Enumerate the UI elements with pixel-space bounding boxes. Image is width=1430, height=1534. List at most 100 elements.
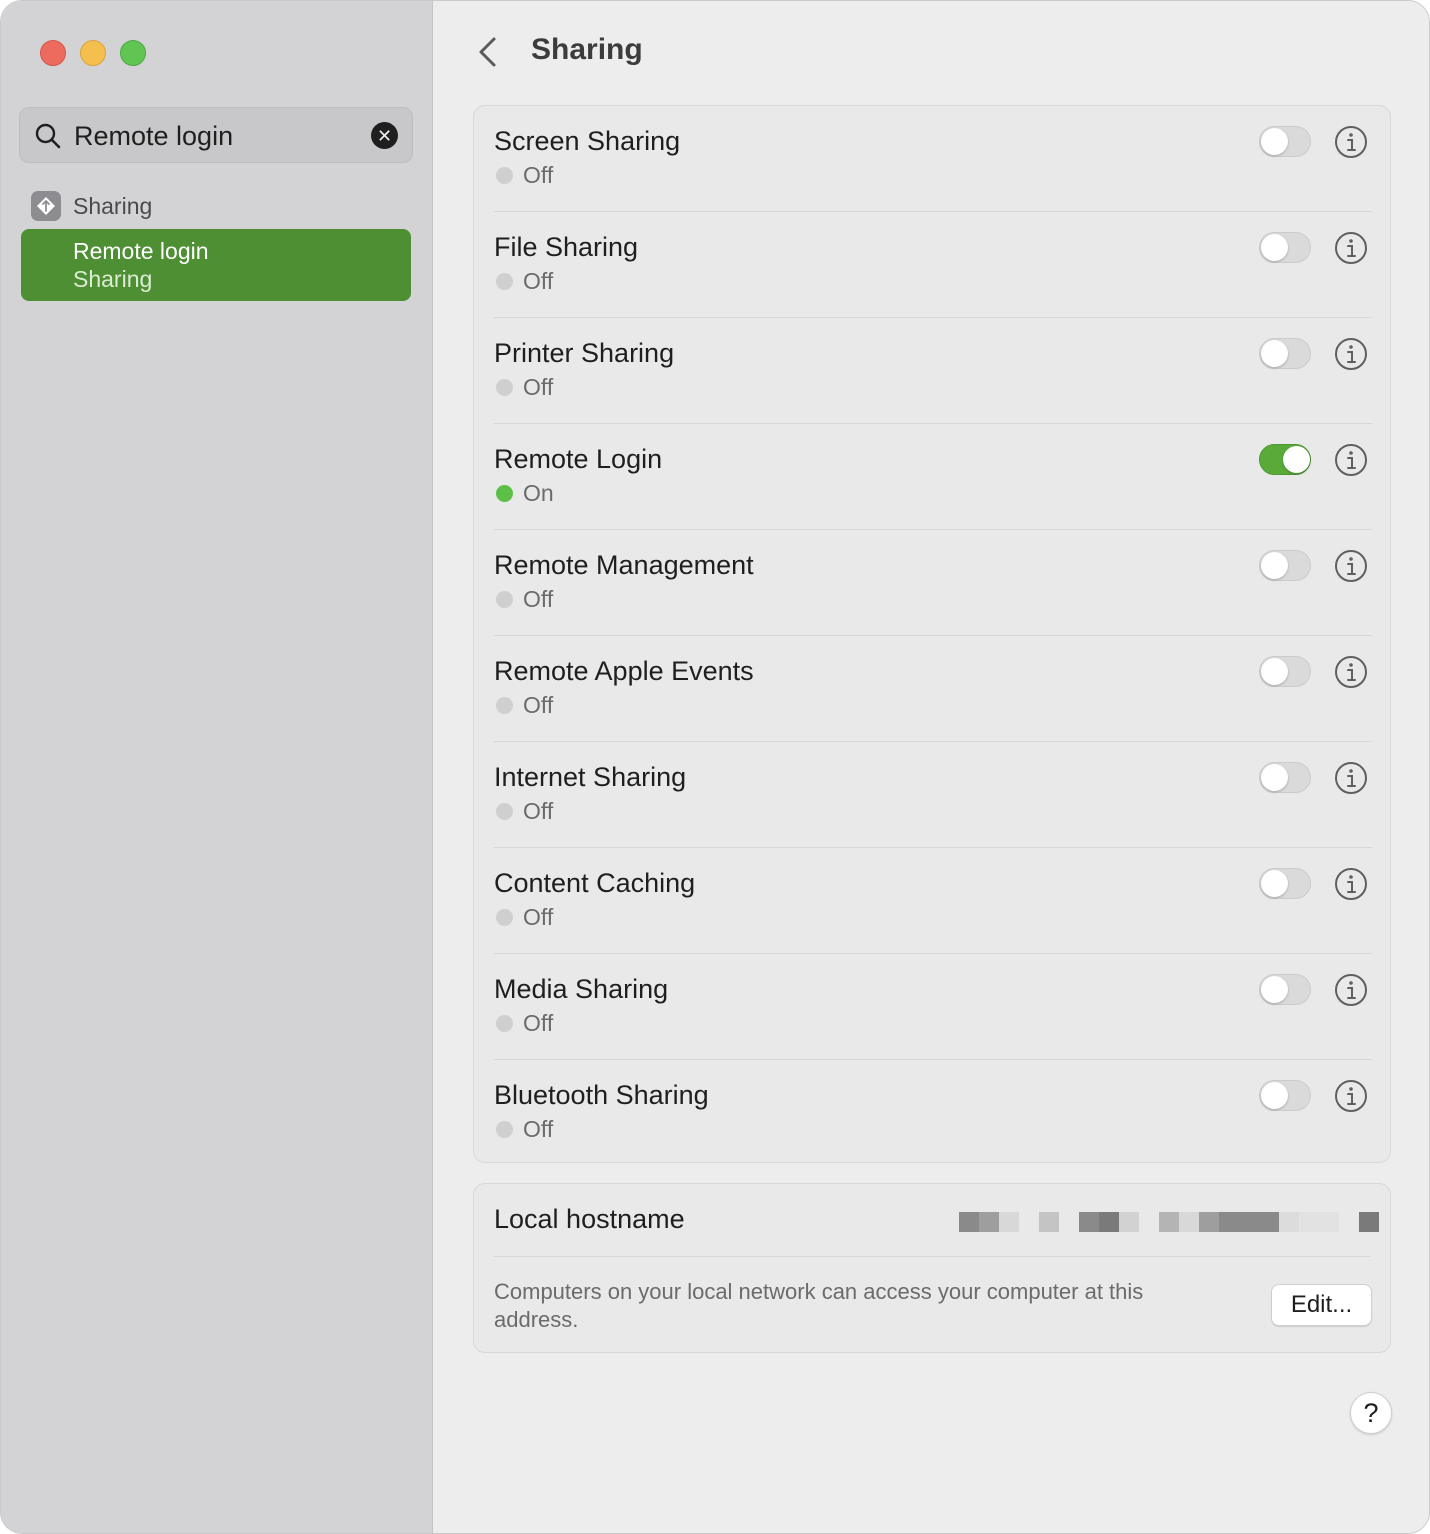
service-status-text: Off <box>523 586 554 612</box>
service-status-text: On <box>523 480 554 506</box>
page-title: Sharing <box>531 33 643 66</box>
status-dot-icon <box>496 485 513 502</box>
status-dot-icon <box>496 379 513 396</box>
service-title: Content Caching <box>494 868 696 898</box>
toggle-knob <box>1261 976 1288 1003</box>
status-dot-icon <box>496 909 513 926</box>
toggle-knob <box>1283 446 1310 473</box>
service-title: Remote Management <box>494 550 754 580</box>
service-title: Printer Sharing <box>494 338 675 368</box>
status-dot-icon <box>496 1121 513 1138</box>
service-row-remote-apple-events[interactable]: Remote Apple Events Off <box>494 636 1372 742</box>
info-icon[interactable] <box>1334 867 1368 901</box>
sidebar-section-sharing[interactable]: Sharing <box>31 189 152 223</box>
toggle-knob <box>1261 1082 1288 1109</box>
service-row-bluetooth-sharing[interactable]: Bluetooth Sharing Off <box>494 1060 1372 1166</box>
service-title: File Sharing <box>494 232 639 262</box>
printer-sharing-toggle[interactable] <box>1259 338 1311 369</box>
service-row-printer-sharing[interactable]: Printer Sharing Off <box>494 318 1372 424</box>
sidebar: ✕ Sharing Remote login Sharing <box>1 1 433 1533</box>
service-row-media-sharing[interactable]: Media Sharing Off <box>494 954 1372 1060</box>
search-field[interactable]: ✕ <box>19 107 413 163</box>
sharing-icon <box>31 191 61 221</box>
toggle-knob <box>1261 764 1288 791</box>
screen-sharing-toggle[interactable] <box>1259 126 1311 157</box>
info-icon[interactable] <box>1334 125 1368 159</box>
remote-apple-events-toggle[interactable] <box>1259 656 1311 687</box>
sidebar-section-label: Sharing <box>73 192 153 219</box>
clear-search-icon[interactable]: ✕ <box>371 122 398 149</box>
service-status-text: Off <box>523 1010 554 1036</box>
service-row-file-sharing[interactable]: File Sharing Off <box>494 212 1372 318</box>
toggle-knob <box>1261 552 1288 579</box>
sidebar-result-subtitle: Sharing <box>73 266 153 292</box>
media-sharing-toggle[interactable] <box>1259 974 1311 1005</box>
toggle-knob <box>1261 658 1288 685</box>
status-dot-icon <box>496 697 513 714</box>
info-icon[interactable] <box>1334 231 1368 265</box>
service-row-remote-login[interactable]: Remote Login On <box>494 424 1372 530</box>
search-icon <box>35 123 61 149</box>
info-icon[interactable] <box>1334 1079 1368 1113</box>
service-row-screen-sharing[interactable]: Screen Sharing Off <box>494 106 1372 212</box>
status-dot-icon <box>496 591 513 608</box>
back-button[interactable] <box>474 34 502 70</box>
service-status-text: Off <box>523 692 554 718</box>
close-window-button[interactable] <box>40 40 66 66</box>
chevron-left-icon <box>479 37 496 67</box>
help-button[interactable]: ? <box>1350 1392 1392 1434</box>
service-status: Off <box>494 1116 553 1143</box>
sidebar-result-remote-login[interactable]: Remote login Sharing <box>21 229 411 301</box>
service-status: Off <box>494 374 553 401</box>
hostname-description: Computers on your local network can acce… <box>494 1279 1144 1332</box>
service-status: Off <box>494 586 553 613</box>
service-status-text: Off <box>523 374 554 400</box>
info-icon[interactable] <box>1334 443 1368 477</box>
search-input[interactable] <box>74 116 374 156</box>
toggle-knob <box>1261 340 1288 367</box>
divider <box>494 1256 1370 1257</box>
minimize-window-button[interactable] <box>80 40 106 66</box>
content-caching-toggle[interactable] <box>1259 868 1311 899</box>
remote-login-toggle[interactable] <box>1259 444 1311 475</box>
service-title: Media Sharing <box>494 974 669 1004</box>
status-dot-icon <box>496 1015 513 1032</box>
info-icon[interactable] <box>1334 761 1368 795</box>
service-status: Off <box>494 162 553 189</box>
sidebar-result-title: Remote login <box>73 238 209 264</box>
service-status: Off <box>494 798 553 825</box>
toggle-knob <box>1261 234 1288 261</box>
service-status: Off <box>494 904 553 931</box>
info-icon[interactable] <box>1334 655 1368 689</box>
service-status: Off <box>494 1010 553 1037</box>
toggle-knob <box>1261 128 1288 155</box>
service-status-text: Off <box>523 162 554 188</box>
internet-sharing-toggle[interactable] <box>1259 762 1311 793</box>
status-dot-icon <box>496 273 513 290</box>
service-row-content-caching[interactable]: Content Caching Off <box>494 848 1372 954</box>
service-status-text: Off <box>523 904 554 930</box>
hostname-value-redacted <box>959 1212 1379 1232</box>
service-status-text: Off <box>523 268 554 294</box>
toggle-knob <box>1261 870 1288 897</box>
bluetooth-sharing-toggle[interactable] <box>1259 1080 1311 1111</box>
info-icon[interactable] <box>1334 549 1368 583</box>
service-title: Internet Sharing <box>494 762 687 792</box>
edit-hostname-button[interactable]: Edit... <box>1271 1284 1372 1326</box>
settings-window: ✕ Sharing Remote login Sharing Sharing S… <box>0 0 1430 1534</box>
service-title: Remote Apple Events <box>494 656 754 686</box>
hostname-label: Local hostname <box>494 1204 685 1234</box>
file-sharing-toggle[interactable] <box>1259 232 1311 263</box>
service-row-remote-management[interactable]: Remote Management Off <box>494 530 1372 636</box>
service-row-internet-sharing[interactable]: Internet Sharing Off <box>494 742 1372 848</box>
status-dot-icon <box>496 167 513 184</box>
service-status: Off <box>494 268 553 295</box>
info-icon[interactable] <box>1334 337 1368 371</box>
service-status: On <box>494 480 554 507</box>
zoom-window-button[interactable] <box>120 40 146 66</box>
window-controls <box>40 40 146 66</box>
info-icon[interactable] <box>1334 973 1368 1007</box>
hostname-group: Local hostname Computers on your local n… <box>473 1183 1391 1353</box>
remote-management-toggle[interactable] <box>1259 550 1311 581</box>
service-status-text: Off <box>523 1116 554 1142</box>
